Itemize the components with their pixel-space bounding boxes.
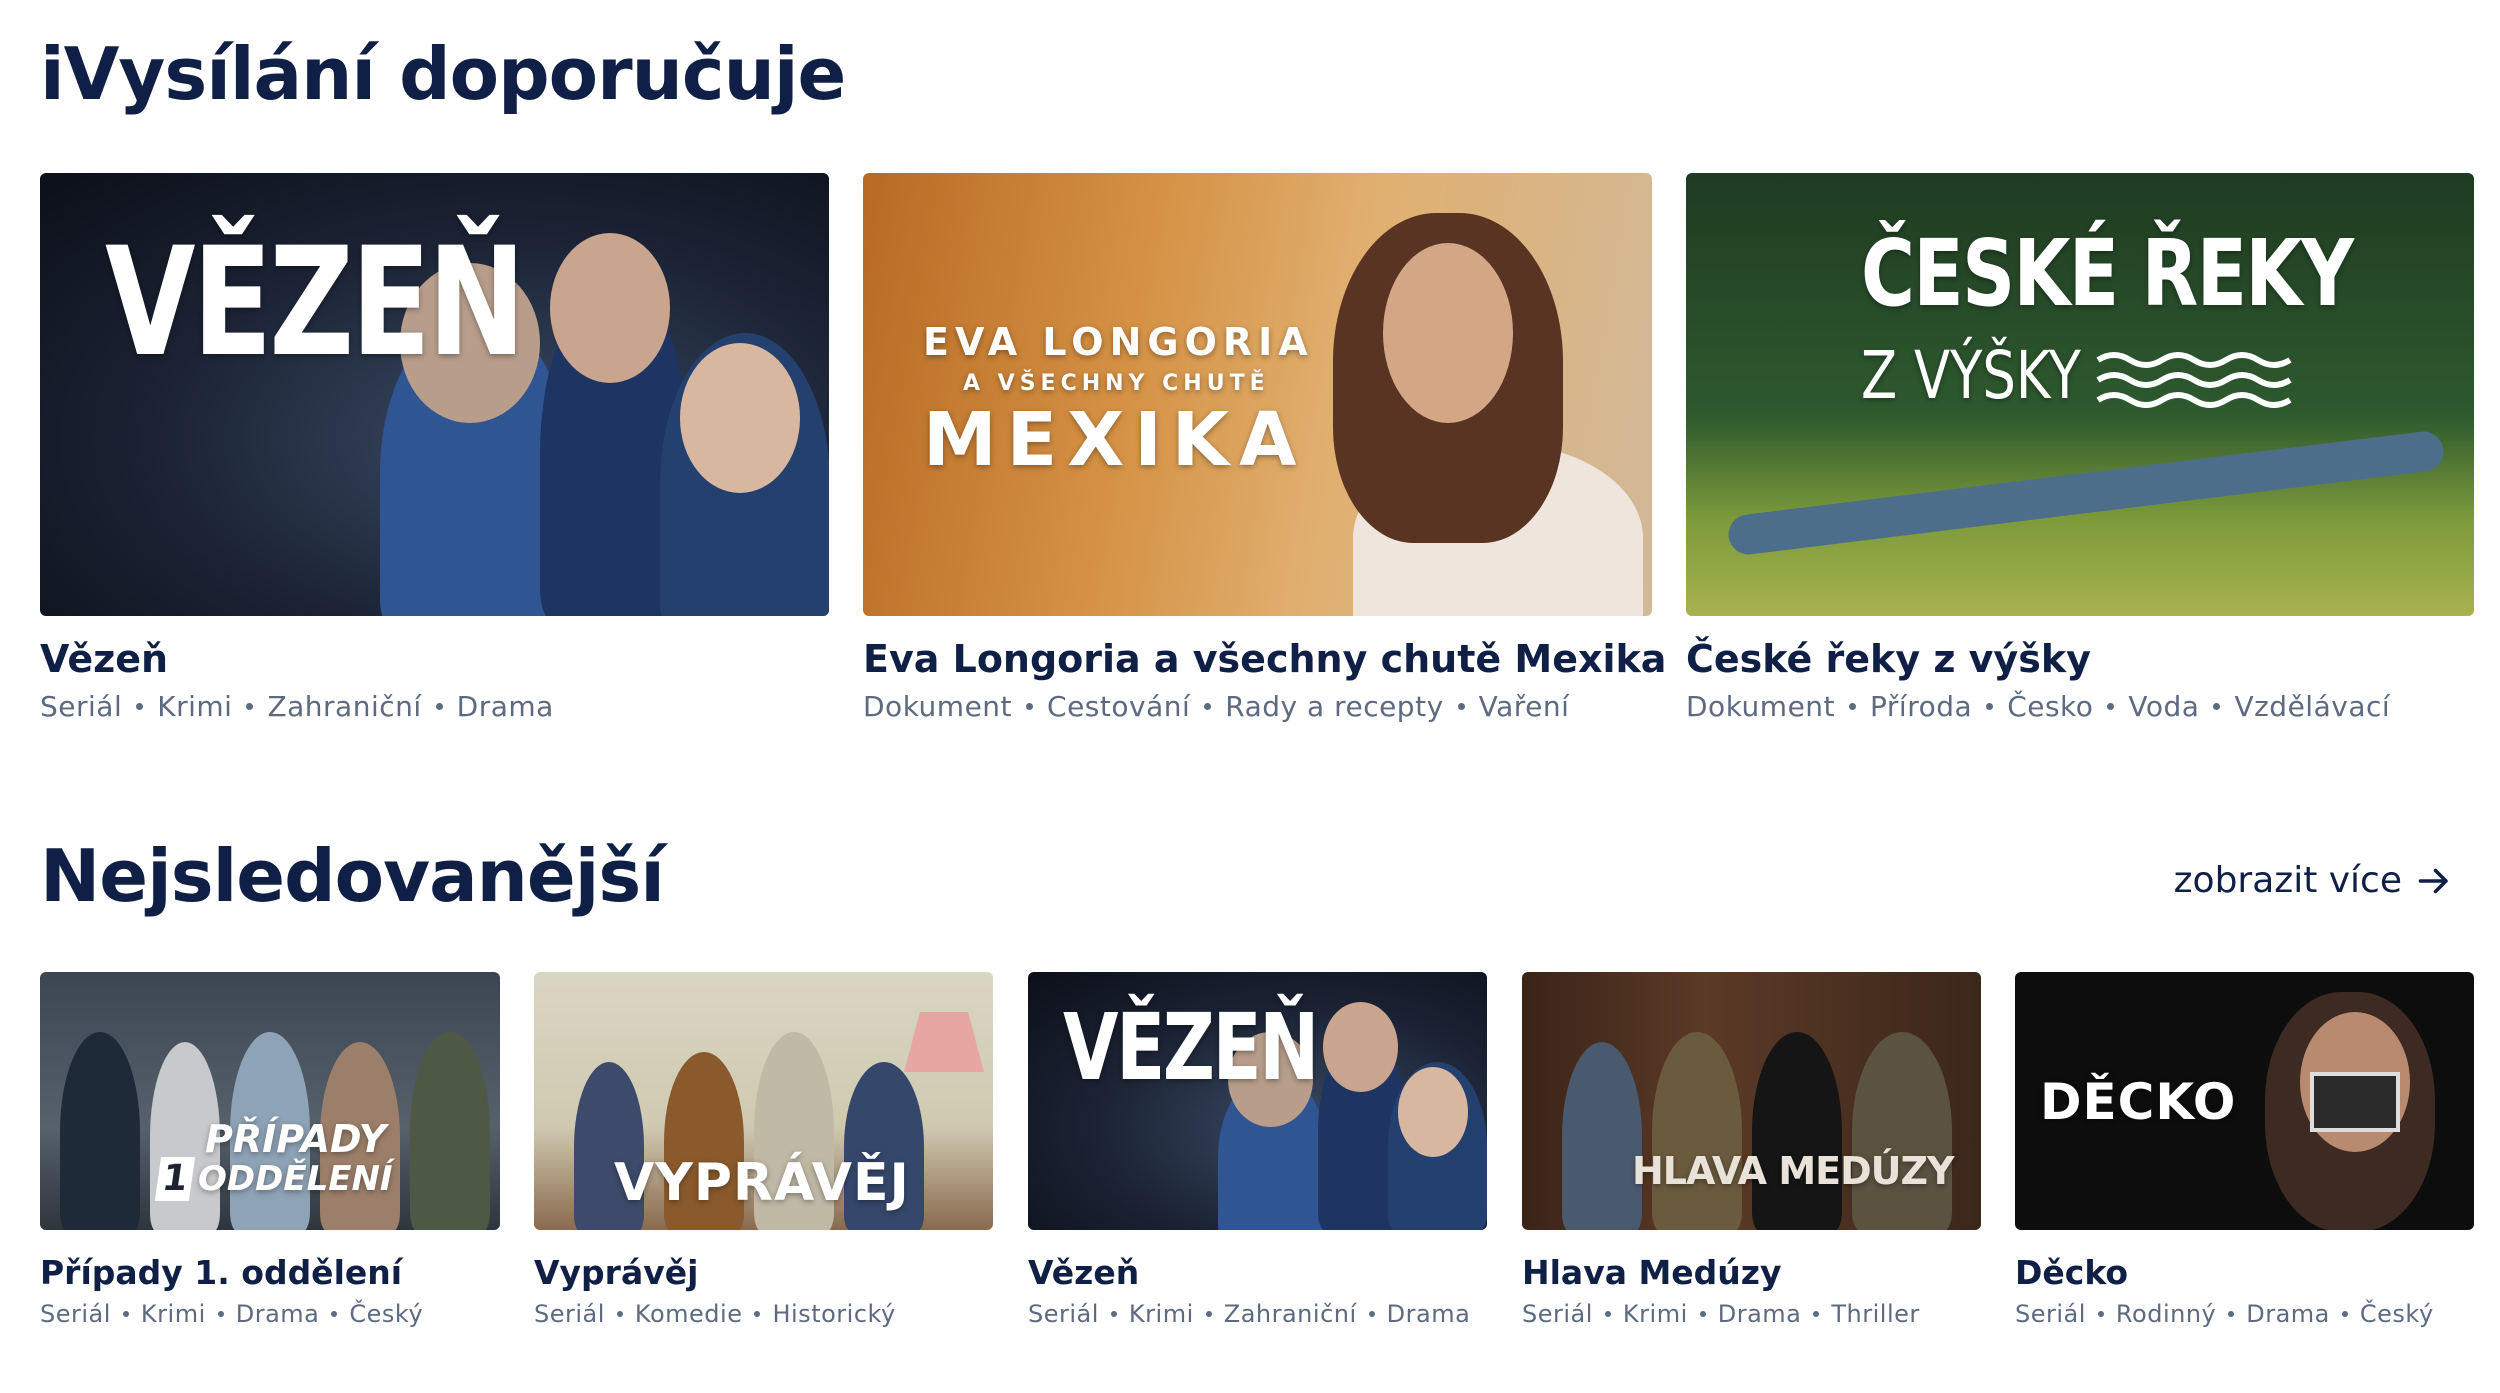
tag: Voda: [2128, 690, 2200, 723]
card-title[interactable]: Eva Longoria a všechny chutě Mexika: [863, 637, 1666, 681]
show-logo: VĚZEŇ: [105, 216, 526, 390]
card-thumbnail[interactable]: ČESKÉ ŘEKY Z VÝŠKY: [1686, 173, 2474, 616]
card-title[interactable]: Děcko: [2015, 1253, 2128, 1292]
river-shape: [1726, 429, 2446, 557]
section-title-most-watched: Nejsledovanější: [40, 834, 665, 918]
tag: Seriál: [40, 1300, 111, 1328]
card-tags: Seriál Krimi Drama Thriller: [1522, 1300, 1920, 1328]
character-figure: [680, 343, 800, 493]
tag: Drama: [456, 690, 554, 723]
show-logo-line: ČESKÉ ŘEKY: [1861, 220, 2354, 327]
tag: Seriál: [1522, 1300, 1593, 1328]
tag: Zahraniční: [267, 690, 422, 723]
character-figure: [1562, 1042, 1642, 1230]
tag: Historický: [772, 1300, 896, 1328]
tag: Krimi: [140, 1300, 206, 1328]
character-figure: [1323, 1002, 1398, 1092]
show-logo-line: PŘÍPADY: [205, 1117, 387, 1161]
card-title[interactable]: České řeky z výšky: [1686, 637, 2091, 681]
ultrasound-photo: [2310, 1072, 2400, 1132]
tag: Zahraniční: [1223, 1300, 1357, 1328]
card-tags: Seriál Komedie Historický: [534, 1300, 896, 1328]
tag: Dokument: [863, 690, 1013, 723]
tag: Seriál: [534, 1300, 605, 1328]
host-figure: [1383, 243, 1513, 423]
show-logo-line: EVA LONGORIA: [923, 320, 1314, 364]
card-thumbnail[interactable]: HLAVA MEDÚZY: [1522, 972, 1981, 1230]
card-tags: Seriál Krimi Zahraniční Drama: [1028, 1300, 1470, 1328]
show-logo: DĚCKO: [2040, 1073, 2237, 1131]
show-logo-line: Z VÝŠKY: [1861, 337, 2081, 414]
show-logo: VĚZEŇ: [1063, 994, 1319, 1101]
card-thumbnail[interactable]: VĚZEŇ: [1028, 972, 1487, 1230]
tag: Seriál: [2015, 1300, 2086, 1328]
tag: Thriller: [1831, 1300, 1920, 1328]
tag: Rodinný: [2115, 1300, 2217, 1328]
card-thumbnail[interactable]: EVA LONGORIA A VŠECHNY CHUTĚ MEXIKA: [863, 173, 1652, 616]
tag: Drama: [1386, 1300, 1471, 1328]
show-more-link[interactable]: zobrazit více: [2174, 860, 2452, 901]
card-thumbnail[interactable]: VĚZEŇ: [40, 173, 829, 616]
character-figure: [410, 1032, 490, 1230]
section-title-recommended: iVysílání doporučuje: [40, 32, 846, 116]
tag: Krimi: [1128, 1300, 1194, 1328]
tag: Seriál: [1028, 1300, 1099, 1328]
lamp-shape: [904, 1012, 984, 1072]
card-tags: Seriál Krimi Zahraniční Drama: [40, 690, 554, 723]
tag: Český: [2359, 1300, 2434, 1328]
card-thumbnail[interactable]: DĚCKO: [2015, 972, 2474, 1230]
card-tags: Seriál Krimi Drama Český: [40, 1300, 423, 1328]
card-tags: Dokument Cestování Rady a recepty Vaření: [863, 690, 1569, 723]
card-tags: Seriál Rodinný Drama Český: [2015, 1300, 2434, 1328]
tag: Příroda: [1870, 690, 1973, 723]
waves-icon: [2096, 352, 2292, 408]
card-title[interactable]: Vyprávěj: [534, 1253, 698, 1292]
tag: Krimi: [1622, 1300, 1688, 1328]
tag: Česko: [2007, 690, 2094, 723]
character-figure: [1852, 1032, 1952, 1230]
character-figure: [1652, 1032, 1742, 1230]
card-title[interactable]: Případy 1. oddělení: [40, 1253, 402, 1292]
tag: Drama: [2246, 1300, 2330, 1328]
show-logo: HLAVA MEDÚZY: [1632, 1149, 1955, 1193]
card-thumbnail[interactable]: PŘÍPADY 1 ODDĚLENÍ: [40, 972, 500, 1230]
tag: Cestování: [1047, 690, 1191, 723]
tag: Český: [349, 1300, 424, 1328]
tag: Drama: [235, 1300, 320, 1328]
show-logo-line: MEXIKA: [923, 397, 1307, 483]
tag: Drama: [1717, 1300, 1802, 1328]
show-more-label: zobrazit více: [2173, 860, 2402, 901]
show-logo: VYPRÁVĚJ: [614, 1153, 910, 1213]
tag: Vaření: [1478, 690, 1570, 723]
tag: Krimi: [157, 690, 233, 723]
card-title[interactable]: Vězeň: [1028, 1253, 1139, 1292]
character-figure: [550, 233, 670, 383]
tag: Dokument: [1686, 690, 1836, 723]
show-logo-number: 1: [154, 1157, 196, 1201]
tag: Vzdělávací: [2234, 690, 2391, 723]
character-figure: [1398, 1067, 1468, 1157]
show-logo-line: ODDĚLENÍ: [198, 1159, 393, 1199]
card-tags: Dokument Příroda Česko Voda Vzdělávací: [1686, 690, 2390, 723]
character-figure: [60, 1032, 140, 1230]
tag: Komedie: [634, 1300, 743, 1328]
tag: Rady a recepty: [1225, 690, 1444, 723]
card-thumbnail[interactable]: VYPRÁVĚJ: [534, 972, 993, 1230]
character-figure: [1752, 1032, 1842, 1230]
show-logo-line: A VŠECHNY CHUTĚ: [963, 371, 1270, 396]
card-title[interactable]: Hlava Medúzy: [1522, 1253, 1782, 1292]
arrow-right-icon: [2418, 868, 2448, 893]
tag: Seriál: [40, 690, 123, 723]
card-title[interactable]: Vězeň: [40, 637, 168, 681]
